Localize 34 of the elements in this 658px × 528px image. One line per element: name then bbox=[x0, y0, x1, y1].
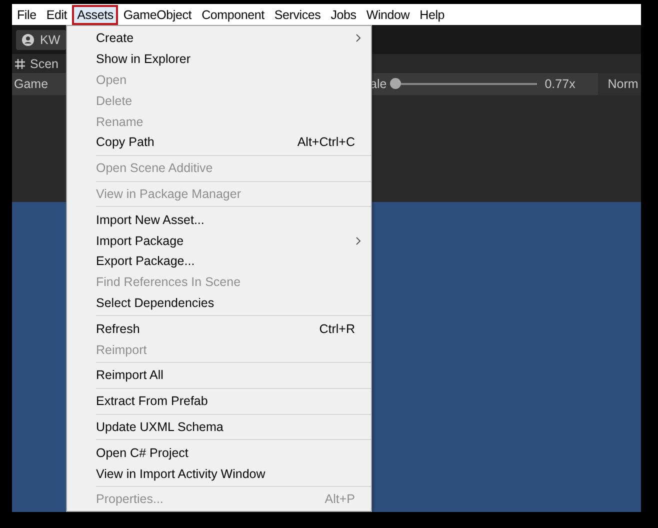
menu-entry[interactable]: Import New Asset... bbox=[67, 209, 371, 230]
menu-item[interactable]: Assets bbox=[72, 4, 118, 24]
scale-value: 0.77x bbox=[544, 77, 576, 91]
scale-slider[interactable] bbox=[390, 78, 537, 90]
scene-tab[interactable]: Scen bbox=[30, 56, 58, 70]
menu-item[interactable]: File bbox=[12, 4, 42, 24]
menu-entry[interactable]: Create bbox=[67, 28, 371, 49]
menu-entry[interactable]: Export Package... bbox=[67, 250, 371, 272]
menu-entry[interactable]: Copy Path Alt+Ctrl+C bbox=[67, 132, 371, 153]
grid-icon bbox=[15, 58, 25, 68]
account-button[interactable]: KW bbox=[16, 30, 66, 50]
menu-item[interactable]: Component bbox=[196, 4, 270, 24]
aspect-dropdown[interactable]: Norm bbox=[598, 73, 641, 95]
shortcut-label: Alt+Ctrl+C bbox=[297, 135, 355, 150]
menu-entry[interactable]: Reimport All bbox=[67, 364, 371, 386]
menu-item[interactable]: Services bbox=[269, 4, 326, 24]
game-tab[interactable]: Game bbox=[12, 77, 48, 91]
menu-entry[interactable]: Refresh Ctrl+R bbox=[67, 318, 371, 340]
menu-item[interactable]: Help bbox=[414, 4, 450, 24]
menu-entry[interactable]: Update UXML Schema bbox=[67, 416, 371, 438]
menu-entry[interactable]: View in Import Activity Window bbox=[67, 463, 371, 484]
menu-item[interactable]: Edit bbox=[41, 4, 72, 24]
menu-entry[interactable]: Open C# Project bbox=[67, 442, 371, 464]
menu-entry[interactable]: Extract From Prefab bbox=[67, 390, 371, 412]
menu-entry[interactable]: Import Package bbox=[67, 230, 371, 251]
menu-entry[interactable]: Select Dependencies bbox=[67, 292, 371, 314]
shortcut-label: Ctrl+R bbox=[319, 322, 355, 336]
menu-item[interactable]: Jobs bbox=[326, 4, 362, 24]
user-icon bbox=[22, 34, 34, 46]
menu-item[interactable]: Window bbox=[361, 4, 415, 24]
menu-entry[interactable]: Show in Explorer bbox=[67, 48, 371, 70]
shortcut-label: Alt+P bbox=[324, 492, 355, 506]
slider-thumb[interactable] bbox=[390, 78, 401, 89]
menu-item[interactable]: GameObject bbox=[118, 4, 197, 24]
